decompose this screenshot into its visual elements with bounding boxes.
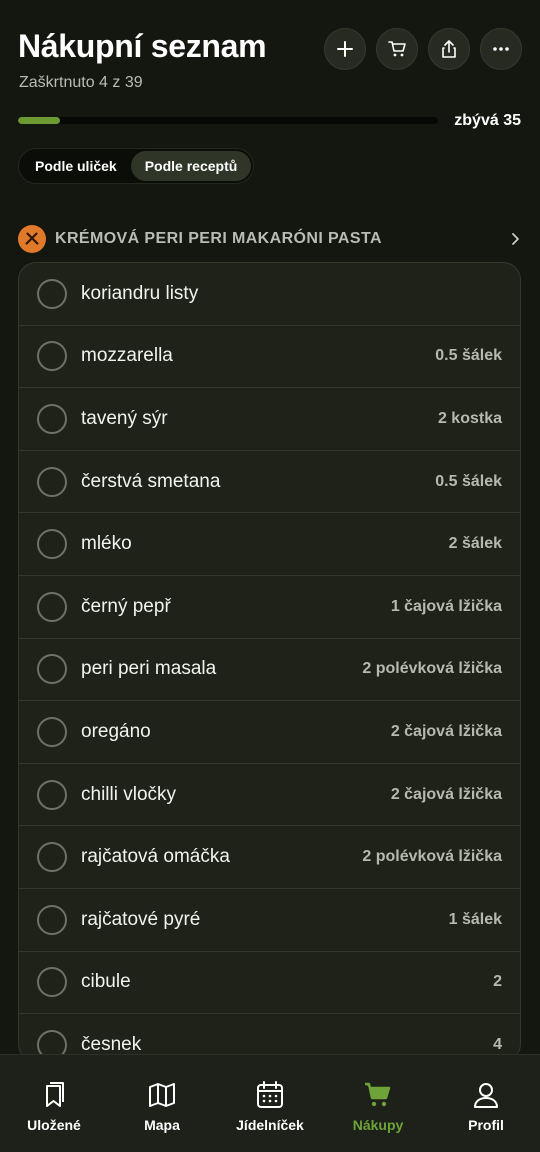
checkbox[interactable] [37,529,67,560]
tab-label: Mapa [144,1117,180,1133]
list-item[interactable]: černý pepř 1 čajová lžička [19,576,520,639]
checkbox[interactable] [37,967,67,998]
item-name: peri peri masala [81,658,217,680]
list-item[interactable]: oregáno 2 čajová lžička [19,701,520,764]
checkbox[interactable] [37,403,67,434]
tab-label: Uložené [27,1117,81,1133]
checkbox[interactable] [37,278,67,309]
item-name: rajčatová omáčka [81,846,230,868]
list-item[interactable]: chilli vločky 2 čajová lžička [19,764,520,827]
remaining-count: zbývá 35 [454,112,521,129]
checkbox[interactable] [37,842,67,873]
item-name: česnek [81,1033,142,1055]
checkbox[interactable] [37,654,67,685]
item-quantity: 2 [493,973,502,991]
view-toggle: Podle uliček Podle receptů [18,148,255,184]
item-quantity: 1 čajová lžička [390,597,502,615]
bottom-tab-bar: Uložené Mapa Jídelníček Nákupy Profil [0,1054,540,1152]
list-item[interactable]: peri peri masala 2 polévková lžička [19,639,520,702]
item-name: čerstvá smetana [81,470,221,492]
tab-saved[interactable]: Uložené [0,1055,108,1152]
chevron-right-icon [512,233,519,245]
checkbox[interactable] [37,341,67,372]
bookmarks-icon [46,1082,64,1107]
item-quantity: 2 polévková lžička [362,660,502,678]
cart-icon [388,41,406,57]
item-name: tavený sýr [81,407,168,429]
list-item[interactable]: mozzarella 0.5 šálek [19,326,520,389]
item-quantity: 0.5 šálek [435,347,502,365]
item-quantity: 1 šálek [448,910,502,928]
profile-icon [474,1083,498,1108]
item-quantity: 2 čajová lžička [390,722,502,740]
checkbox[interactable] [37,779,67,810]
toggle-by-recipe[interactable]: Podle receptů [130,151,252,181]
utensils-icon [18,225,46,253]
item-name: černý pepř [81,595,171,617]
item-quantity: 4 [493,1035,502,1053]
share-button[interactable] [428,28,470,70]
checked-count: Zaškrtnuto 4 z 39 [19,74,143,91]
map-icon [149,1083,175,1107]
plus-icon [337,41,353,57]
list-item[interactable]: cibule 2 [19,952,520,1015]
item-name: mléko [81,533,132,555]
header-actions [324,28,522,70]
item-quantity: 2 šálek [448,535,502,553]
tab-label: Jídelníček [236,1117,304,1133]
tab-meal-plan[interactable]: Jídelníček [216,1055,324,1152]
checkbox[interactable] [37,466,67,497]
tab-profile[interactable]: Profil [432,1055,540,1152]
item-name: rajčatové pyré [81,908,201,930]
item-quantity: 2 kostka [437,409,502,427]
tab-shopping[interactable]: Nákupy [324,1055,432,1152]
item-name: chilli vločky [81,783,177,805]
toggle-by-aisle[interactable]: Podle uliček [21,151,131,181]
list-item[interactable]: mléko 2 šálek [19,513,520,576]
cart-icon [365,1082,391,1107]
item-quantity: 2 polévková lžička [362,848,502,866]
item-name: koriandru listy [81,282,199,304]
recipe-title: KRÉMOVÁ PERI PERI MAKARÓNI PASTA [55,230,382,247]
list-item[interactable]: koriandru listy [19,263,520,326]
item-quantity: 2 čajová lžička [390,785,502,803]
tab-map[interactable]: Mapa [108,1055,216,1152]
progress-fill [18,117,60,124]
recipe-header[interactable]: KRÉMOVÁ PERI PERI MAKARÓNI PASTA [18,225,522,253]
more-icon [493,47,509,51]
list-item[interactable]: tavený sýr 2 kostka [19,388,520,451]
list-item[interactable]: rajčatové pyré 1 šálek [19,889,520,952]
checkbox[interactable] [37,904,67,935]
calendar-icon [257,1081,283,1108]
item-name: cibule [81,971,131,993]
checkbox[interactable] [37,716,67,747]
add-button[interactable] [324,28,366,70]
more-button[interactable] [480,28,522,70]
ingredient-list: koriandru listy mozzarella 0.5 šálek tavený… [18,262,521,1062]
header: Nákupní seznam Zaškrtnuto 4 z 39 [18,28,522,100]
cart-button[interactable] [376,28,418,70]
item-name: oregáno [81,720,151,742]
list-item[interactable]: rajčatová omáčka 2 polévková lžička [19,826,520,889]
tab-label: Nákupy [352,1117,404,1133]
share-icon [442,40,456,58]
checkbox[interactable] [37,591,67,622]
item-name: mozzarella [81,345,173,367]
tab-label: Profil [468,1117,504,1133]
item-quantity: 0.5 šálek [435,472,502,490]
progress-bar [18,117,438,124]
list-item[interactable]: čerstvá smetana 0.5 šálek [19,451,520,514]
